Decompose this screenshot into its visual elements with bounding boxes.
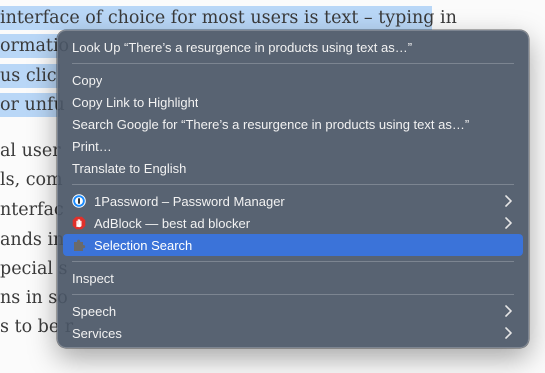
- menu-separator: [72, 63, 514, 64]
- chevron-right-icon: [505, 195, 512, 207]
- article-line-8: ands in: [0, 230, 65, 250]
- menu-item-label: Speech: [72, 303, 117, 319]
- article-line-7: nterfac: [0, 200, 64, 220]
- menu-item-speech[interactable]: Speech: [63, 300, 523, 322]
- menu-item-print[interactable]: Print…: [63, 135, 523, 157]
- chevron-right-icon: [505, 305, 512, 317]
- adblock-hand-icon: [72, 216, 86, 230]
- menu-separator: [72, 294, 514, 295]
- menu-item-label: Inspect: [72, 270, 114, 286]
- article-line-3: us clic: [0, 64, 60, 88]
- menu-item-label: Print…: [72, 138, 112, 154]
- menu-item-inspect[interactable]: Inspect: [63, 267, 523, 289]
- article-line-6: ls, com: [0, 170, 63, 190]
- menu-separator: [72, 184, 514, 185]
- menu-item-label: Translate to English: [72, 160, 187, 176]
- article-line-5: al user: [0, 141, 61, 161]
- menu-item-services[interactable]: Services: [63, 322, 523, 344]
- menu-item-search-google[interactable]: Search Google for “There’s a resurgence …: [63, 113, 523, 135]
- article-line-2: ormatio: [0, 34, 70, 58]
- puzzle-icon: [72, 238, 86, 252]
- article-line-4: or unfu: [0, 93, 65, 117]
- article-line-1: interface of choice for most users is te…: [0, 6, 457, 30]
- menu-item-copy-link-to-highlight[interactable]: Copy Link to Highlight: [63, 91, 523, 113]
- menu-item-label: Copy Link to Highlight: [72, 94, 199, 110]
- menu-item-copy[interactable]: Copy: [63, 69, 523, 91]
- menu-item-look-up[interactable]: Look Up “There’s a resurgence in product…: [63, 36, 523, 58]
- menu-item-1password[interactable]: 1Password – Password Manager: [63, 190, 523, 212]
- menu-item-selection-search[interactable]: Selection Search: [63, 234, 523, 256]
- menu-item-label: 1Password – Password Manager: [94, 193, 285, 209]
- menu-item-label: Look Up “There’s a resurgence in product…: [72, 39, 413, 55]
- context-menu: Look Up “There’s a resurgence in product…: [57, 30, 529, 348]
- menu-item-label: Search Google for “There’s a resurgence …: [72, 116, 470, 132]
- chevron-right-icon: [505, 217, 512, 229]
- menu-item-label: AdBlock — best ad blocker: [94, 215, 251, 231]
- onepassword-icon: [72, 194, 86, 208]
- menu-item-label: Services: [72, 325, 122, 341]
- chevron-right-icon: [505, 327, 512, 339]
- menu-item-label: Selection Search: [94, 237, 193, 253]
- menu-item-translate[interactable]: Translate to English: [63, 157, 523, 179]
- menu-item-label: Copy: [72, 72, 103, 88]
- menu-separator: [72, 261, 514, 262]
- menu-item-adblock[interactable]: AdBlock — best ad blocker: [63, 212, 523, 234]
